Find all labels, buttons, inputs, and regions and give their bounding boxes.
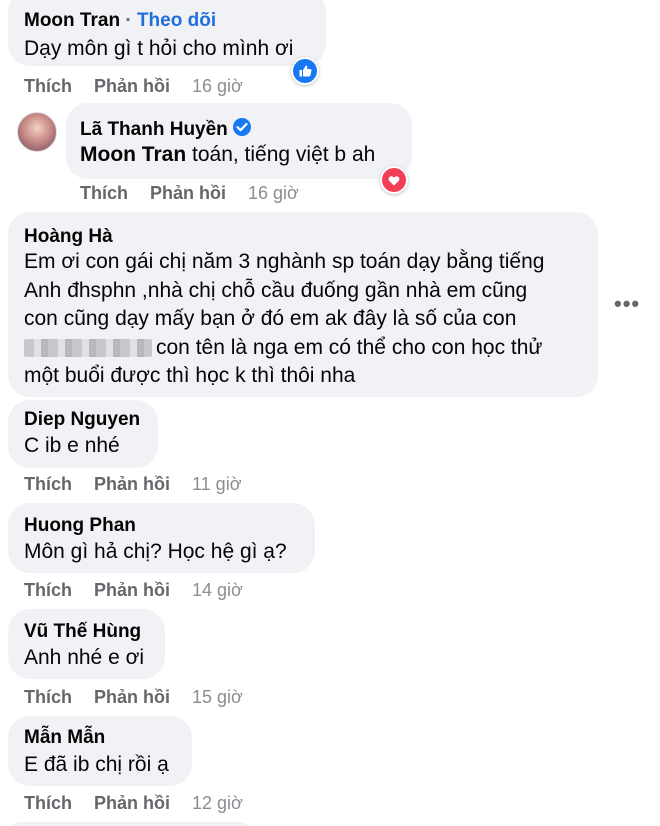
comment-text: Môn gì hả chị? Học hệ gì ạ? bbox=[24, 540, 287, 563]
comment-author[interactable]: Mẫn Mẫn bbox=[24, 727, 105, 749]
comment-actions: Thích Phản hồi 11 giờ bbox=[24, 474, 242, 495]
more-options-icon[interactable]: ••• bbox=[614, 291, 640, 317]
like-button[interactable]: Thích bbox=[24, 76, 72, 96]
love-reaction-icon[interactable] bbox=[380, 166, 408, 194]
comment-actions: Thích Phản hồi 14 giờ bbox=[24, 580, 243, 601]
comment-time[interactable]: 11 giờ bbox=[192, 474, 242, 494]
comment-text-line: Em ơi con gái chị năm 3 nghành sp toán d… bbox=[24, 250, 545, 273]
comment-author[interactable]: Moon Tran · Theo dõi bbox=[24, 10, 216, 32]
comment-author[interactable]: Vũ Thế Hùng bbox=[24, 621, 141, 643]
author-name[interactable]: Lã Thanh Huyền bbox=[80, 119, 228, 140]
comment-actions: Thích Phản hồi 15 giờ bbox=[24, 687, 243, 708]
comment-time[interactable]: 12 giờ bbox=[192, 793, 243, 813]
comment-text: Moon Tran toán, tiếng việt b ah bbox=[80, 143, 376, 166]
reply-button[interactable]: Phản hồi bbox=[94, 580, 170, 600]
follow-link[interactable]: Theo dõi bbox=[137, 10, 216, 31]
like-button[interactable]: Thích bbox=[24, 474, 72, 494]
reply-button[interactable]: Phản hồi bbox=[94, 474, 170, 494]
comment-time[interactable]: 14 giờ bbox=[192, 580, 243, 600]
author-name[interactable]: Moon Tran bbox=[24, 10, 120, 31]
like-button[interactable]: Thích bbox=[80, 183, 128, 203]
reply-button[interactable]: Phản hồi bbox=[94, 687, 170, 707]
comment-text: E đã ib chị rồi ạ bbox=[24, 753, 169, 776]
reply-button[interactable]: Phản hồi bbox=[94, 793, 170, 813]
redacted-phone-number bbox=[24, 339, 152, 357]
comment-author[interactable]: Hoàng Hà bbox=[24, 226, 113, 248]
comment-bubble-partial bbox=[10, 822, 250, 826]
comment-time[interactable]: 16 giờ bbox=[248, 183, 299, 203]
reply-button[interactable]: Phản hồi bbox=[94, 76, 170, 96]
like-button[interactable]: Thích bbox=[24, 793, 72, 813]
avatar[interactable] bbox=[17, 112, 57, 152]
comment-time[interactable]: 16 giờ bbox=[192, 76, 243, 96]
comment-text-line: một buổi được thì học k thì thôi nha bbox=[24, 364, 356, 387]
mention-link[interactable]: Moon Tran bbox=[80, 143, 186, 166]
like-button[interactable]: Thích bbox=[24, 687, 72, 707]
comment-text: Dạy môn gì t hỏi cho mình ơi bbox=[24, 37, 294, 60]
comment-text: Anh nhé e ơi bbox=[24, 646, 145, 669]
comment-actions: Thích Phản hồi 12 giờ bbox=[24, 793, 243, 814]
reply-button[interactable]: Phản hồi bbox=[150, 183, 226, 203]
comment-actions: Thích Phản hồi 16 giờ bbox=[24, 76, 243, 97]
like-button[interactable]: Thích bbox=[24, 580, 72, 600]
comment-author[interactable]: Huong Phan bbox=[24, 515, 136, 537]
comment-text-line-with-phone: con tên là nga em có thể cho con học thử bbox=[24, 332, 542, 363]
comment-text: C ib e nhé bbox=[24, 434, 120, 457]
comment-author[interactable]: Diep Nguyen bbox=[24, 409, 140, 431]
comment-text-line: con cũng dạy mấy bạn ở đó em ak đây là s… bbox=[24, 307, 517, 330]
comment-text-line: Anh đhsphn ,nhà chị chỗ cầu đuống gần nh… bbox=[24, 279, 528, 302]
like-reaction-icon[interactable] bbox=[291, 57, 319, 85]
comment-actions: Thích Phản hồi 16 giờ bbox=[80, 183, 299, 204]
comment-time[interactable]: 15 giờ bbox=[192, 687, 243, 707]
